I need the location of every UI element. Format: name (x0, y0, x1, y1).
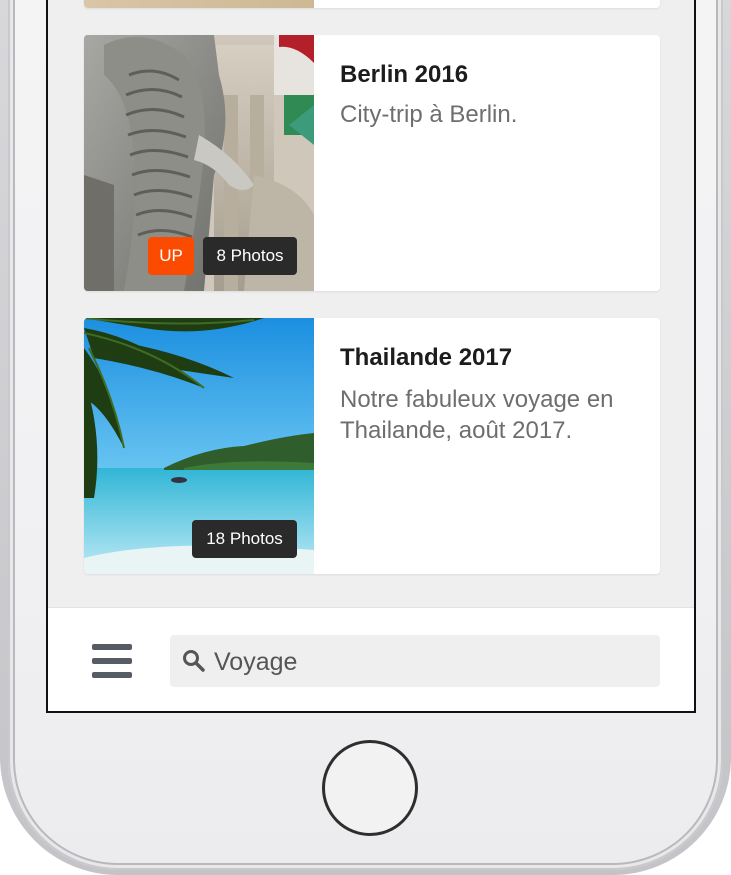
hamburger-menu-icon[interactable] (92, 644, 132, 678)
photo-count-badge: 8 Photos (203, 237, 297, 275)
photo-count-badge: 18 Photos (192, 520, 297, 558)
menu-line (92, 658, 132, 664)
menu-line (92, 644, 132, 650)
album-title: Berlin 2016 (340, 61, 469, 88)
album-card-berlin[interactable]: UP 8 Photos Berlin 2016 City-trip à Berl… (84, 35, 660, 291)
album-card-previous[interactable] (84, 0, 660, 8)
search-icon (183, 650, 205, 672)
album-card-thailande[interactable]: 18 Photos Thailande 2017 Notre fabuleux … (84, 318, 660, 574)
up-badge: UP (148, 237, 194, 275)
menu-line (92, 672, 132, 678)
album-thumbnail (84, 0, 314, 8)
album-description: City-trip à Berlin. (340, 101, 518, 128)
home-button[interactable] (322, 740, 418, 836)
album-title: Thailande 2017 (340, 344, 513, 371)
search-input[interactable] (212, 635, 646, 689)
album-description: Notre fabuleux voyage en Thailande, août… (340, 386, 614, 444)
bottom-bar (48, 607, 694, 711)
search-box[interactable] (170, 635, 660, 689)
app-screen: UP 8 Photos Berlin 2016 City-trip à Berl… (46, 0, 696, 713)
